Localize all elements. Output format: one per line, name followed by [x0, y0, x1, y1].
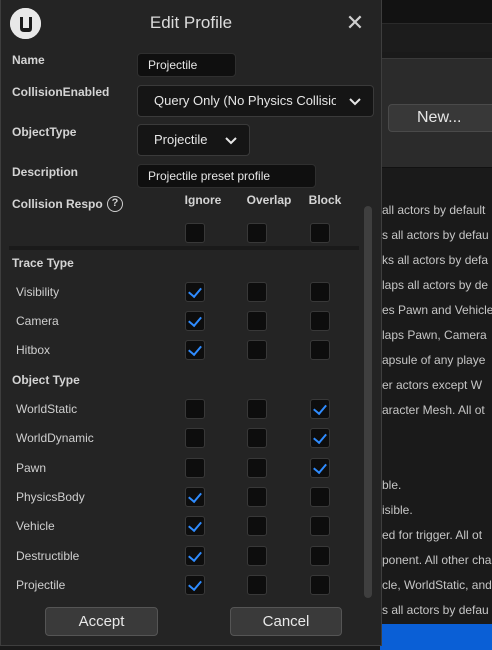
channel-label: WorldDynamic [16, 431, 94, 446]
column-ignore: Ignore [184, 193, 222, 207]
response-block-checkbox[interactable] [310, 574, 330, 595]
object-type-label: ObjectType [12, 125, 77, 139]
response-overlap-checkbox[interactable] [247, 486, 267, 507]
response-ignore-checkbox[interactable] [185, 428, 205, 449]
response-overlap-checkbox[interactable] [247, 428, 267, 449]
response-overlap-checkbox[interactable] [247, 457, 267, 478]
all-ignore-checkbox[interactable] [185, 223, 205, 243]
response-ignore-checkbox[interactable] [185, 399, 205, 419]
preset-description-line: ble. [382, 478, 402, 492]
response-block-checkbox[interactable] [310, 516, 330, 537]
collision-enabled-label: CollisionEnabled [12, 85, 110, 99]
channel-label: PhysicsBody [16, 489, 85, 504]
response-overlap-checkbox[interactable] [247, 574, 267, 595]
channel-label: Destructible [16, 548, 80, 563]
response-block-checkbox[interactable] [310, 486, 330, 507]
response-overlap-checkbox[interactable] [247, 545, 267, 566]
response-block-checkbox[interactable] [310, 311, 330, 331]
response-block-checkbox[interactable] [310, 340, 330, 360]
chevron-down-icon [223, 125, 239, 155]
object-type-dropdown[interactable]: Projectile [137, 124, 250, 156]
channel-label: Vehicle [16, 519, 55, 534]
response-overlap-checkbox[interactable] [247, 282, 267, 302]
description-field[interactable]: Projectile preset profile [137, 164, 316, 188]
response-block-checkbox[interactable] [310, 457, 330, 478]
response-overlap-checkbox[interactable] [247, 399, 267, 419]
preset-description-line: er actors except W [382, 378, 483, 392]
channel-label: Hitbox [16, 343, 51, 357]
column-block: Block [308, 193, 342, 207]
response-overlap-checkbox[interactable] [247, 340, 267, 360]
channel-label: Visibility [16, 285, 60, 299]
response-overlap-checkbox[interactable] [247, 311, 267, 331]
separator [9, 246, 359, 250]
collision-enabled-value: Query Only (No Physics Collision) [154, 93, 336, 108]
preset-description-line: es Pawn and Vehicle [382, 303, 492, 317]
preset-description-line: ponent. All other cha [382, 553, 492, 567]
response-block-checkbox[interactable] [310, 428, 330, 449]
close-icon[interactable]: ✕ [341, 10, 369, 38]
response-ignore-checkbox[interactable] [185, 340, 205, 360]
object-type-section-label: Object Type [12, 373, 80, 387]
preset-description-line: all actors by default [382, 203, 486, 217]
preset-description-line: cle, WorldStatic, and [382, 578, 492, 592]
accept-button[interactable]: Accept [45, 607, 158, 636]
help-icon[interactable]: ? [107, 196, 123, 212]
editor-status-bar [380, 624, 492, 650]
cancel-button[interactable]: Cancel [230, 607, 342, 636]
preset-description-line: laps Pawn, Camera [382, 328, 487, 342]
editor-top-bar [380, 0, 492, 24]
column-overlap: Overlap [246, 193, 292, 207]
preset-description-line: laps all actors by de [382, 278, 489, 292]
response-ignore-checkbox[interactable] [185, 516, 205, 537]
response-block-checkbox[interactable] [310, 399, 330, 419]
channel-label: Pawn [16, 460, 47, 475]
name-field[interactable]: Projectile [137, 53, 236, 77]
edit-profile-dialog: Edit Profile ✕ Name Projectile Collision… [0, 0, 382, 646]
response-ignore-checkbox[interactable] [185, 311, 205, 331]
response-ignore-checkbox[interactable] [185, 574, 205, 595]
collision-responses-label: Collision Respo [12, 197, 103, 211]
preset-description-line: apsule of any playe [382, 353, 486, 367]
editor-toolbar-strip [380, 24, 492, 52]
scrollbar[interactable] [364, 206, 372, 598]
preset-description-line: ks all actors by defa [382, 253, 489, 267]
object-type-value: Projectile [154, 132, 208, 147]
response-ignore-checkbox[interactable] [185, 457, 205, 478]
new-preset-button[interactable]: New... [388, 104, 492, 132]
preset-description-line: aracter Mesh. All ot [382, 403, 485, 417]
channel-label: WorldStatic [16, 402, 78, 416]
response-ignore-checkbox[interactable] [185, 545, 205, 566]
channel-label: Camera [16, 314, 59, 328]
dialog-title: Edit Profile [149, 13, 233, 32]
name-label: Name [12, 53, 45, 67]
response-ignore-checkbox[interactable] [185, 282, 205, 302]
collision-enabled-dropdown[interactable]: Query Only (No Physics Collision) [137, 85, 374, 117]
preset-description-line: s all actors by defau [382, 228, 489, 242]
channel-label: Projectile [16, 577, 66, 592]
chevron-down-icon [347, 86, 363, 116]
preset-description-line: s all actors by defau [382, 603, 489, 617]
preset-description-line: ed for trigger. All ot [382, 528, 483, 542]
response-block-checkbox[interactable] [310, 545, 330, 566]
preset-description-line: isible. [382, 503, 413, 517]
all-overlap-checkbox[interactable] [247, 223, 267, 243]
dialog-titlebar[interactable]: Edit Profile ✕ [1, 0, 381, 45]
response-overlap-checkbox[interactable] [247, 516, 267, 537]
trace-type-label: Trace Type [12, 256, 74, 270]
all-block-checkbox[interactable] [310, 223, 330, 243]
description-label: Description [12, 165, 79, 179]
response-block-checkbox[interactable] [310, 282, 330, 302]
response-ignore-checkbox[interactable] [185, 486, 205, 507]
